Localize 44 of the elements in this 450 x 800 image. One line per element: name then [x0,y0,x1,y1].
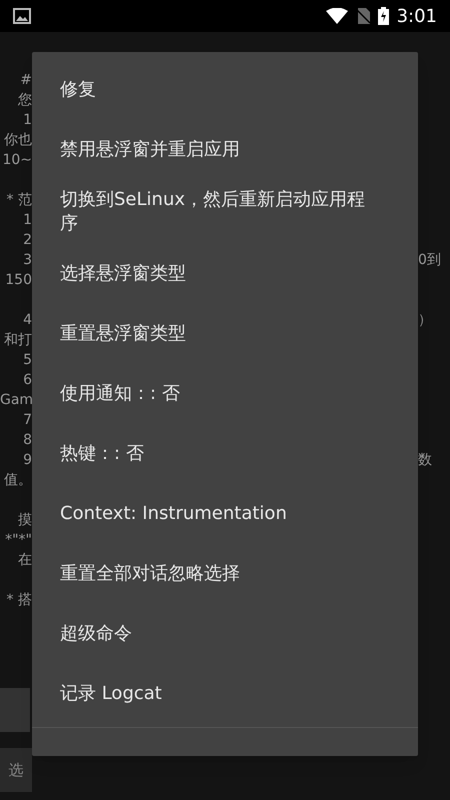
background-button[interactable]: 选 [0,748,32,792]
background-text: 3 [22,251,32,270]
background-text: *"*" [4,531,32,550]
menu-item[interactable]: 超级命令 [32,604,418,664]
battery-charging-icon [378,7,389,25]
clock-time: 3:01 [396,4,437,28]
background-text: # [19,71,32,90]
menu-item[interactable]: 重置悬浮窗类型 [32,304,418,364]
background-text: 8 [22,431,32,450]
background-text: 和打 [3,331,32,350]
wifi-icon [326,8,348,24]
background-text: * 范 [6,191,32,210]
background-text: 9 [22,451,32,470]
menu-item[interactable]: 切换到SeLinux，然后重新启动应用程序 [32,180,418,244]
background-text: 你也 [3,131,32,150]
background-text: 摸 [17,511,32,530]
background-text: 4 [22,311,32,330]
background-text: 您 [17,91,32,110]
menu-item[interactable]: 修复 [32,60,418,120]
background-text: 7 [22,411,32,430]
background-text: 在 [17,551,32,570]
menu-item[interactable]: 热键：: 否 [32,424,418,484]
menu-item[interactable]: 重置全部对话忽略选择 [32,544,418,604]
background-text: 0到 [418,251,442,270]
background-text: ） [418,311,433,330]
background-text: 5 [22,351,32,370]
background-text: 2 [22,231,32,250]
menu-item[interactable]: 禁用悬浮窗并重启应用 [32,120,418,180]
background-text: 10~ [1,151,32,170]
menu-item[interactable]: Context: Instrumentation [32,484,418,544]
background-text: * 搭 [6,591,32,610]
background-text: Gam [0,391,32,410]
background-text: 数 [418,451,433,470]
menu-item[interactable]: 使用通知：: 否 [32,364,418,424]
background-text: 1 [22,211,32,230]
background-text: 6 [22,371,32,390]
background-text: 1 [22,111,32,130]
background-text: 值。 [3,471,32,490]
background-text: 150 [4,271,32,290]
menu-item[interactable]: 记录 Logcat [32,664,418,724]
no-sim-icon [356,8,370,24]
image-icon [13,8,31,24]
background-field [0,688,30,732]
menu-item[interactable]: 选择悬浮窗类型 [32,244,418,304]
